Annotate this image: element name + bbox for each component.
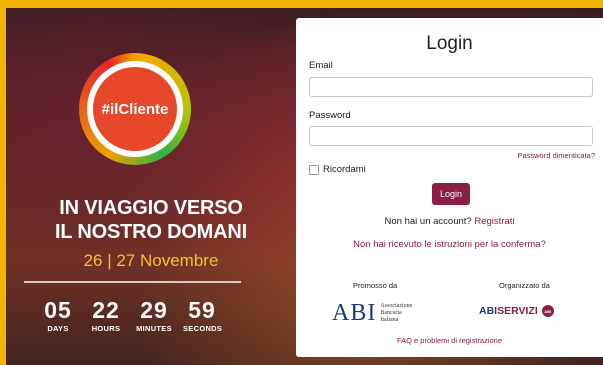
abiservizi-part-1: ABI [479,305,498,317]
countdown-minutes-label: MINUTES [136,324,172,333]
countdown-hours: 22 HOURS [87,298,125,333]
abi-logo-mark: ABI [332,300,377,326]
divider [24,281,241,283]
headline-line-1: IN VIAGGIO VERSO [59,197,243,219]
countdown-seconds-label: SECONDS [183,324,223,333]
countdown-days-label: DAYS [47,324,69,333]
abiservizi-logo-text: ABISERVIZI [479,305,538,317]
register-link[interactable]: Registrati [474,216,514,227]
headline-line-2: IL NOSTRO DOMANI [55,221,247,243]
countdown-seconds-value: 59 [188,297,216,323]
event-logo-text: #ilCliente [93,67,177,151]
login-panel: Login Email Password Password dimenticat… [296,18,603,357]
event-logo: #ilCliente [79,53,191,165]
email-label: Email [309,60,333,71]
password-field[interactable] [309,126,593,146]
remember-me-label: Ricordami [323,164,366,175]
resend-confirmation-link[interactable]: Non hai ricevuto le istruzioni per la co… [296,239,603,250]
faq-link[interactable]: FAQ e problemi di registrazione [296,336,603,345]
promoted-by-label: Promosso da [353,281,398,290]
password-label: Password [309,110,351,121]
no-account-text: Non hai un account? [384,216,472,227]
abi-logo: ABI Associazione Bancaria Italiana [332,301,412,325]
abi-logo-line-2: Bancaria [380,309,402,316]
no-account-row: Non hai un account? Registrati [296,216,603,227]
countdown-days: 05 DAYS [39,298,77,333]
forgot-password-link[interactable]: Password dimenticata? [517,151,595,160]
countdown-seconds: 59 SECONDS [183,297,223,333]
remember-me-checkbox[interactable] [309,164,319,175]
countdown-days-value: 05 [44,297,72,323]
abi-logo-line-1: Associazione [380,302,413,309]
countdown: 05 DAYS 22 HOURS 29 MINUTES 59 SECONDS [39,297,223,333]
countdown-minutes: 29 MINUTES [135,298,173,333]
abiservizi-badge-icon: ABI [541,305,554,317]
countdown-minutes-value: 29 [140,297,168,323]
abiservizi-part-2: SERVIZI [497,305,538,317]
abi-logo-line-3: Italiana [380,316,399,323]
login-button[interactable]: Login [432,183,470,205]
abiservizi-logo: ABISERVIZI ABI [479,305,554,317]
event-hero: #ilCliente IN VIAGGIO VERSO IL NOSTRO DO… [6,8,296,365]
organized-by-label: Organizzato da [499,281,550,290]
login-title: Login [426,33,473,54]
countdown-hours-value: 22 [92,297,120,323]
remember-me[interactable]: Ricordami [309,164,366,175]
countdown-hours-label: HOURS [91,324,121,333]
event-dates: 26 | 27 Novembre [83,251,219,270]
abi-logo-text: Associazione Bancaria Italiana [380,303,412,324]
email-field[interactable] [309,77,593,97]
